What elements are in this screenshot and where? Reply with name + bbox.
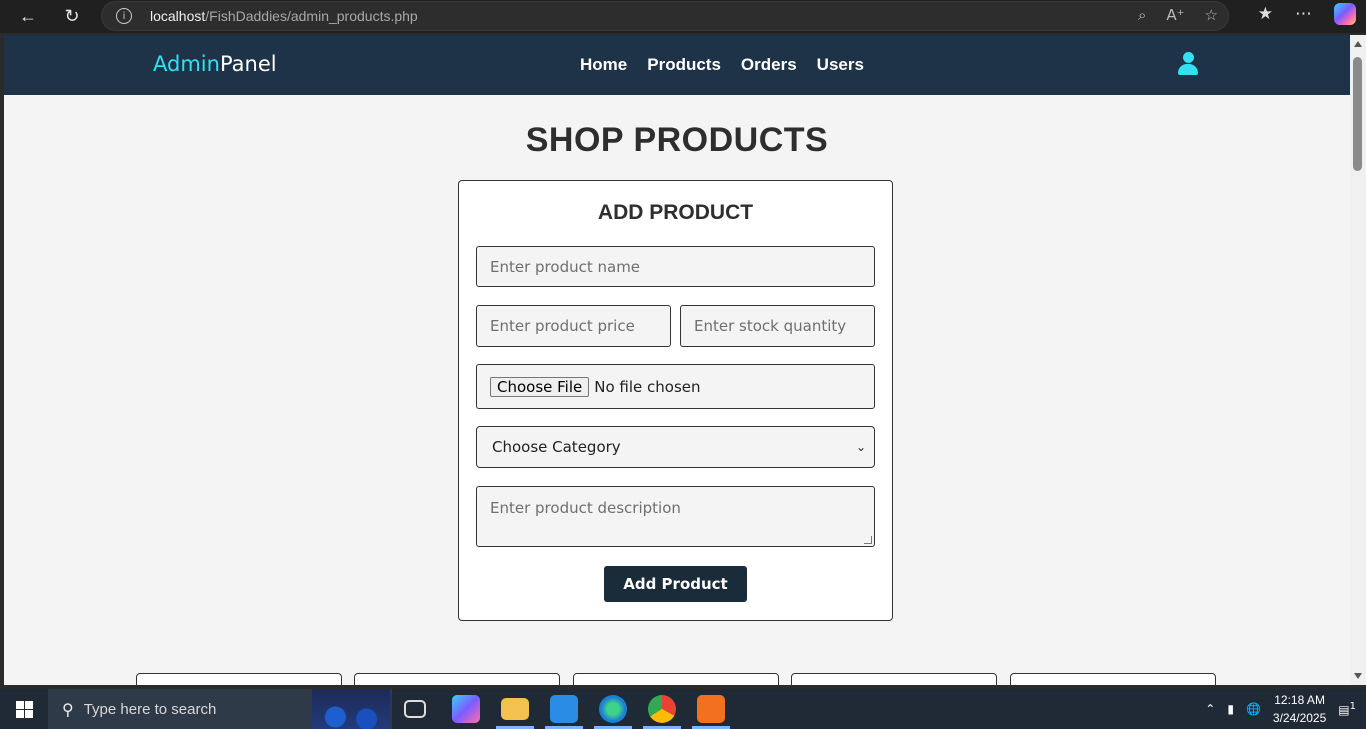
page-viewport: AdminPanel Home Products Orders Users SH… — [4, 35, 1350, 685]
product-name-input[interactable]: Enter product name — [476, 246, 875, 287]
nav-users[interactable]: Users — [817, 55, 864, 75]
xampp-icon[interactable] — [697, 695, 725, 723]
vscode-icon[interactable] — [550, 695, 578, 723]
resize-handle-icon[interactable] — [864, 536, 872, 544]
favorites-icon[interactable]: ★ — [1258, 4, 1273, 24]
url-path: /FishDaddies/admin_products.php — [205, 8, 418, 24]
clock-time: 12:18 AM — [1274, 693, 1325, 707]
category-selected-value: Choose Category — [492, 438, 621, 456]
chrome-icon[interactable] — [648, 695, 676, 723]
file-explorer-icon[interactable] — [501, 698, 529, 720]
product-price-input[interactable]: Enter product price — [476, 305, 671, 347]
product-card[interactable] — [136, 673, 342, 685]
site-info-icon[interactable]: i — [116, 8, 132, 24]
clock-date: 3/24/2025 — [1272, 711, 1327, 725]
notification-icon[interactable]: ▤1 — [1338, 701, 1356, 717]
copilot-taskbar-icon[interactable] — [452, 695, 480, 723]
product-card[interactable] — [573, 673, 779, 685]
url-host: localhost — [150, 8, 206, 24]
page-scrollbar[interactable] — [1350, 35, 1366, 685]
battery-icon[interactable]: ▮ — [1227, 702, 1234, 716]
add-product-form: ADD PRODUCT Enter product name Enter pro… — [458, 180, 893, 621]
stock-quantity-input[interactable]: Enter stock quantity — [680, 305, 875, 347]
taskbar-search[interactable]: ⚲ Type here to search — [48, 689, 392, 729]
product-card[interactable] — [1010, 673, 1216, 685]
scroll-thumb[interactable] — [1353, 57, 1362, 171]
task-view-icon[interactable] — [404, 700, 426, 718]
chevron-down-icon: ⌄ — [855, 440, 866, 454]
address-bar[interactable]: i localhost /FishDaddies/admin_products.… — [101, 1, 1229, 31]
product-description-textarea[interactable]: Enter product description — [476, 486, 875, 547]
taskbar-clock[interactable]: 12:18 AM 3/24/2025 — [1273, 691, 1326, 727]
search-highlight-image — [312, 689, 390, 729]
search-icon: ⚲ — [62, 699, 74, 719]
site-header: AdminPanel Home Products Orders Users — [4, 35, 1350, 95]
admin-logo[interactable]: AdminPanel — [153, 52, 277, 76]
favorite-star-icon[interactable]: ☆ — [1205, 6, 1218, 24]
nav-products[interactable]: Products — [647, 55, 721, 75]
back-icon[interactable]: ← — [10, 1, 46, 31]
nav-orders[interactable]: Orders — [741, 55, 797, 75]
nav-home[interactable]: Home — [580, 55, 627, 75]
browser-toolbar: ← ↻ i localhost /FishDaddies/admin_produ… — [0, 0, 1366, 33]
scroll-down-icon[interactable] — [1354, 673, 1362, 679]
choose-file-button[interactable]: Choose File — [490, 376, 590, 397]
product-card[interactable] — [354, 673, 560, 685]
file-status: No file chosen — [594, 377, 701, 396]
reload-icon[interactable]: ↻ — [54, 1, 90, 31]
page-title: SHOP PRODUCTS — [525, 121, 829, 159]
more-menu-icon[interactable]: ⋯ — [1295, 4, 1312, 24]
zoom-icon[interactable]: ⌕ — [1138, 6, 1146, 24]
product-card[interactable] — [791, 673, 997, 685]
edge-icon[interactable] — [599, 695, 627, 723]
scroll-up-icon[interactable] — [1354, 41, 1362, 47]
user-icon[interactable] — [1177, 52, 1199, 76]
windows-taskbar: ⚲ Type here to search ⌃ ▮ 🌐 12:18 AM 3/2… — [0, 689, 1366, 729]
copilot-icon[interactable] — [1334, 3, 1356, 25]
add-product-button[interactable]: Add Product — [604, 566, 747, 602]
product-image-file-input[interactable]: Choose File No file chosen — [476, 364, 875, 409]
windows-start-icon[interactable] — [16, 701, 33, 718]
read-aloud-icon[interactable]: A⁺ — [1166, 6, 1184, 24]
main-nav: Home Products Orders Users — [580, 55, 864, 75]
description-placeholder: Enter product description — [490, 499, 681, 517]
network-globe-icon[interactable]: 🌐 — [1246, 702, 1261, 716]
category-select[interactable]: Choose Category ⌄ — [476, 426, 875, 468]
chevron-up-icon[interactable]: ⌃ — [1205, 702, 1215, 716]
taskbar-search-placeholder: Type here to search — [83, 700, 217, 718]
form-title: ADD PRODUCT — [597, 201, 754, 224]
